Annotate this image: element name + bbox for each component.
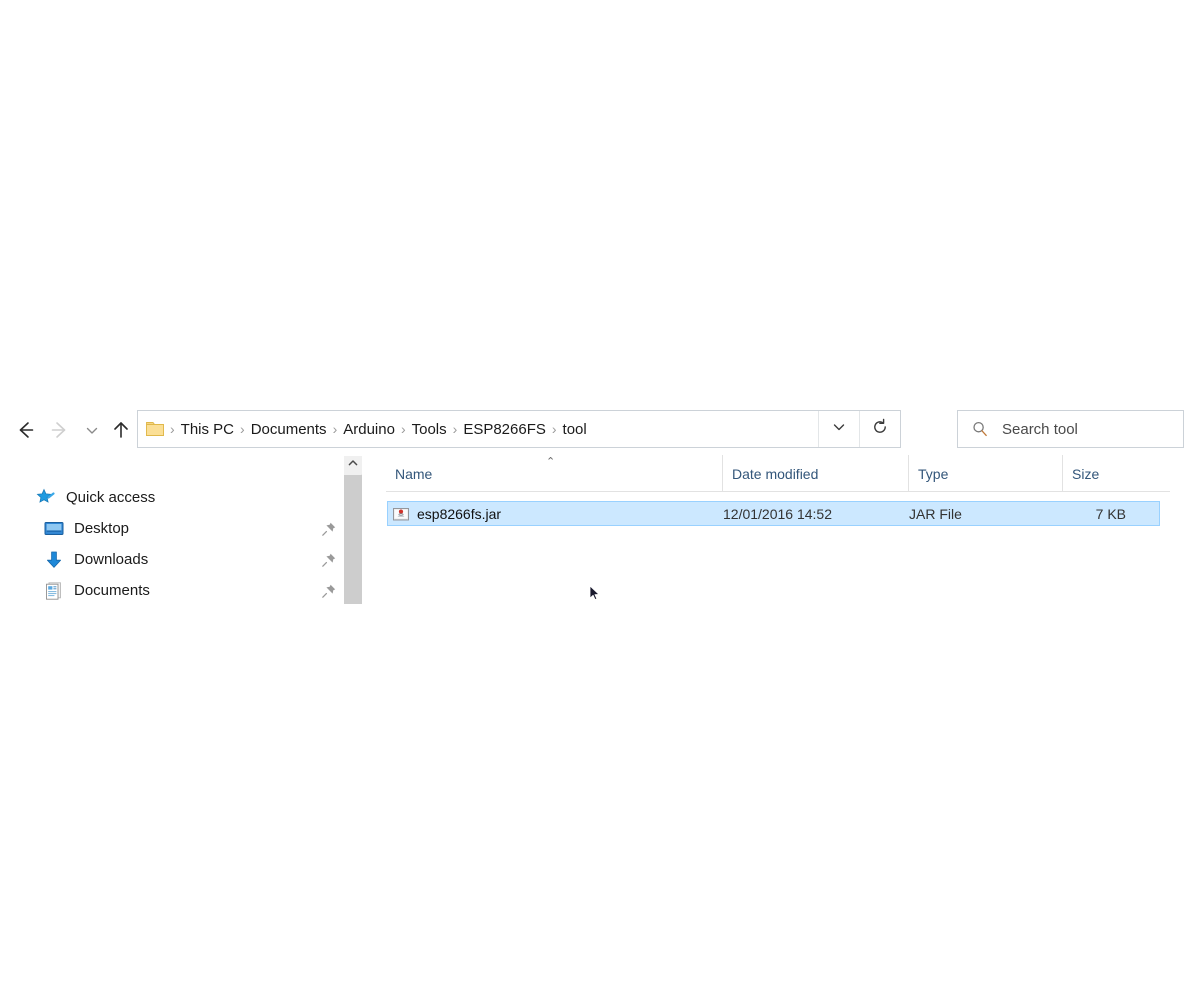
sidebar-item-quick-access[interactable]: Quick access xyxy=(0,482,345,513)
column-headers: ⌃ Name Date modified Type Size xyxy=(386,455,1170,492)
arrow-left-icon xyxy=(14,419,36,441)
breadcrumb-item-this-pc[interactable]: This PC xyxy=(176,419,239,440)
column-header-label: Size xyxy=(1072,465,1100,482)
column-header-type[interactable]: Type xyxy=(908,455,1062,492)
file-list-view: ⌃ Name Date modified Type Size esp8266fs… xyxy=(386,455,1170,610)
breadcrumb: › This PC › Documents › Arduino › Tools … xyxy=(138,419,818,440)
breadcrumb-item-tool[interactable]: tool xyxy=(558,419,592,440)
pushpin-icon[interactable] xyxy=(320,520,338,538)
column-header-label: Date modified xyxy=(732,465,819,482)
column-header-date-modified[interactable]: Date modified xyxy=(722,455,908,492)
breadcrumb-item-tools[interactable]: Tools xyxy=(407,419,452,440)
arrow-right-icon xyxy=(49,419,71,441)
chevron-up-icon xyxy=(347,456,359,474)
address-bar[interactable]: › This PC › Documents › Arduino › Tools … xyxy=(137,410,901,448)
column-header-name[interactable]: ⌃ Name xyxy=(386,455,722,492)
star-pin-icon xyxy=(33,487,59,509)
refresh-button[interactable] xyxy=(859,411,900,447)
file-size-cell: 7 KB xyxy=(1095,505,1126,522)
breadcrumb-separator: › xyxy=(240,421,245,437)
refresh-icon xyxy=(871,418,889,441)
sidebar-item-desktop[interactable]: Desktop xyxy=(0,513,345,544)
search-icon xyxy=(958,411,1002,447)
breadcrumb-separator: › xyxy=(551,421,557,437)
chevron-down-icon xyxy=(84,422,100,438)
monitor-icon xyxy=(41,518,67,540)
breadcrumb-item-documents[interactable]: Documents xyxy=(246,419,332,440)
document-icon xyxy=(41,580,67,602)
file-explorer-window: › This PC › Documents › Arduino › Tools … xyxy=(0,405,1200,610)
search-box[interactable]: Search tool xyxy=(957,410,1184,448)
column-header-label: Name xyxy=(395,465,433,482)
breadcrumb-item-arduino[interactable]: Arduino xyxy=(338,419,400,440)
table-row[interactable]: esp8266fs.jar 12/01/2016 14:52 JAR File … xyxy=(387,501,1160,526)
back-button[interactable] xyxy=(10,410,40,450)
file-name-cell: esp8266fs.jar xyxy=(392,502,501,525)
sort-ascending-icon: ⌃ xyxy=(546,456,556,468)
file-date-modified-cell: 12/01/2016 14:52 xyxy=(723,505,832,522)
breadcrumb-separator: › xyxy=(452,421,458,437)
scrollbar-up-button[interactable] xyxy=(344,456,362,474)
sidebar-item-label: Desktop xyxy=(74,520,130,537)
pushpin-icon[interactable] xyxy=(320,582,338,600)
pushpin-icon[interactable] xyxy=(320,551,338,569)
scrollbar-thumb[interactable] xyxy=(344,475,362,604)
sidebar-item-label: Quick access xyxy=(66,489,156,506)
forward-button[interactable] xyxy=(45,410,75,450)
file-type-cell: JAR File xyxy=(909,505,962,522)
column-header-label: Type xyxy=(918,465,949,482)
address-dropdown-button[interactable] xyxy=(818,411,859,447)
sidebar-item-label: Documents xyxy=(74,582,150,599)
breadcrumb-separator: › xyxy=(332,421,338,437)
jar-file-icon xyxy=(392,505,410,523)
up-one-level-button[interactable] xyxy=(106,410,136,450)
navigation-pane: Quick access Desktop Downloads Documents xyxy=(0,455,345,610)
sidebar-item-label: Downloads xyxy=(74,551,149,568)
column-header-size[interactable]: Size xyxy=(1062,455,1168,492)
sidebar-item-documents[interactable]: Documents xyxy=(0,575,345,606)
recent-locations-button[interactable] xyxy=(80,410,104,450)
breadcrumb-separator: › xyxy=(400,421,406,437)
file-name-label: esp8266fs.jar xyxy=(417,505,502,522)
sidebar-item-downloads[interactable]: Downloads xyxy=(0,544,345,575)
chevron-down-icon xyxy=(831,419,847,440)
arrow-up-icon xyxy=(110,419,132,441)
breadcrumb-separator: › xyxy=(170,421,175,437)
navigation-pane-scrollbar[interactable] xyxy=(344,456,362,604)
folder-icon xyxy=(145,420,165,438)
breadcrumb-item-esp8266fs[interactable]: ESP8266FS xyxy=(458,419,551,440)
search-input[interactable]: Search tool xyxy=(1002,421,1078,438)
download-arrow-icon xyxy=(41,549,67,571)
